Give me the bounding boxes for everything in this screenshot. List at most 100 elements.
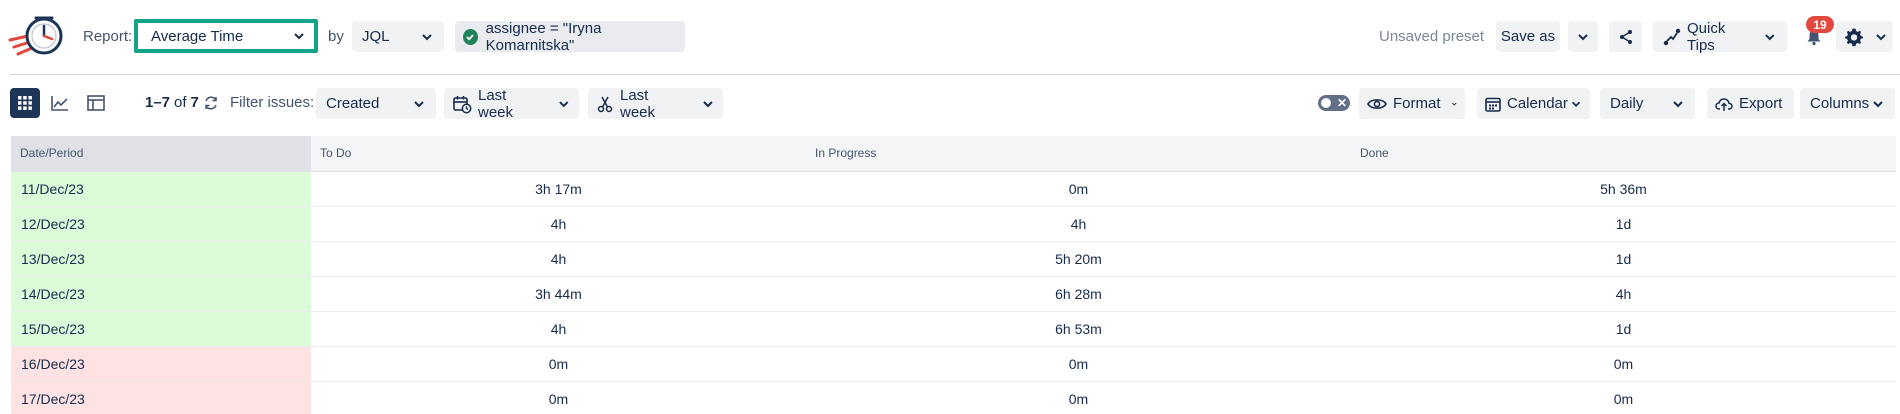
filter-issues-dropdown[interactable]: Created: [316, 88, 436, 119]
chevron-down-icon: [294, 33, 304, 40]
column-header-date[interactable]: Date/Period: [11, 136, 311, 172]
quick-tips-dropdown[interactable]: Quick Tips: [1653, 20, 1787, 54]
jql-query-chip[interactable]: assignee = "Iryna Komarnitska": [455, 19, 685, 54]
cell-done: 1d: [1351, 241, 1896, 277]
scissors-icon: [596, 95, 614, 113]
cell-todo: 3h 17m: [311, 171, 806, 207]
row-date: 13/Dec/23: [11, 241, 311, 277]
row-date: 14/Dec/23: [11, 276, 311, 312]
chevron-down-icon: [1873, 100, 1883, 107]
cell-done: 1d: [1351, 206, 1896, 242]
toggle-switch[interactable]: ✕: [1318, 95, 1350, 111]
filter-issues-value: Created: [326, 95, 380, 112]
cell-done: 0m: [1351, 346, 1896, 382]
table-row: 11/Dec/23 3h 17m 0m 5h 36m: [11, 171, 1896, 207]
table-row: 13/Dec/23 4h 5h 20m 1d: [11, 241, 1896, 277]
table-header-row: Date/Period To Do In Progress Done: [11, 136, 1896, 172]
app-logo-icon: [8, 16, 63, 56]
format-dropdown[interactable]: Format: [1359, 88, 1465, 119]
gear-icon: [1845, 28, 1863, 46]
column-header-done[interactable]: Done: [1351, 136, 1896, 172]
export-label: Export: [1739, 95, 1783, 112]
table-row: 14/Dec/23 3h 44m 6h 28m 4h: [11, 276, 1896, 312]
cell-done: 4h: [1351, 276, 1896, 312]
table-row: 17/Dec/23 0m 0m 0m: [11, 381, 1896, 414]
granularity-dropdown[interactable]: Daily: [1600, 88, 1695, 119]
share-icon: [1619, 29, 1632, 44]
cell-done: 1d: [1351, 311, 1896, 347]
granularity-value: Daily: [1610, 95, 1644, 112]
date-range-value: Last week: [478, 86, 514, 121]
cell-in-progress: 0m: [806, 171, 1351, 207]
chevron-down-icon: [559, 100, 569, 107]
unsaved-preset-label: Unsaved preset: [1379, 28, 1485, 45]
export-button[interactable]: Export: [1707, 88, 1794, 119]
chevron-down-icon: [1451, 102, 1456, 106]
row-date: 16/Dec/23: [11, 346, 311, 382]
cell-in-progress: 4h: [806, 206, 1351, 242]
cloud-upload-icon: [1715, 96, 1733, 112]
table-row: 12/Dec/23 4h 4h 1d: [11, 206, 1896, 242]
cell-todo: 4h: [311, 206, 806, 242]
column-header-in-progress[interactable]: In Progress: [806, 136, 1351, 172]
cell-todo: 4h: [311, 311, 806, 347]
calendar-icon: [1485, 96, 1501, 112]
report-type-dropdown[interactable]: Average Time: [134, 19, 318, 53]
check-circle-icon: [463, 28, 478, 45]
cell-done: 5h 36m: [1351, 171, 1896, 207]
columns-label: Columns: [1810, 95, 1870, 112]
row-date: 12/Dec/23: [11, 206, 311, 242]
chevron-down-icon: [1876, 33, 1886, 40]
close-icon: ✕: [1336, 96, 1347, 110]
cell-todo: 3h 44m: [311, 276, 806, 312]
chevron-down-icon: [414, 100, 424, 107]
cell-todo: 0m: [311, 381, 806, 414]
cell-in-progress: 6h 53m: [806, 311, 1351, 347]
cell-in-progress: 5h 20m: [806, 241, 1351, 277]
refresh-icon[interactable]: [203, 95, 219, 111]
calendar-clock-icon: [452, 94, 472, 114]
settings-dropdown[interactable]: [1836, 21, 1893, 52]
save-as-button[interactable]: Save as: [1496, 21, 1560, 52]
period-cut-dropdown[interactable]: Last week: [588, 86, 723, 121]
report-label: Report:: [83, 28, 133, 45]
report-type-value: Average Time: [151, 27, 244, 45]
share-button[interactable]: [1609, 21, 1642, 52]
line-chart-icon: [51, 96, 68, 111]
cell-in-progress: 0m: [806, 346, 1351, 382]
cell-todo: 4h: [311, 241, 806, 277]
chevron-down-icon: [1571, 101, 1581, 107]
chevron-down-icon: [1673, 100, 1683, 107]
jql-query-text: assignee = "Iryna Komarnitska": [485, 19, 602, 54]
filter-issues-label: Filter issues:: [230, 94, 315, 111]
chevron-down-icon: [422, 33, 432, 40]
range-of-label: of: [174, 94, 187, 111]
chevron-down-icon: [703, 100, 713, 107]
calendar-label: Calendar: [1507, 95, 1568, 112]
range-span: 1–7: [145, 94, 171, 111]
table-row: 15/Dec/23 4h 6h 53m 1d: [11, 311, 1896, 347]
chevron-down-icon: [1765, 33, 1775, 40]
by-label: by: [328, 28, 344, 45]
top-bar: Report: Average Time by JQL assignee = "…: [0, 0, 1900, 74]
layout-view-button[interactable]: [81, 88, 111, 118]
calendar-dropdown[interactable]: Calendar: [1477, 88, 1590, 119]
table-row: 16/Dec/23 0m 0m 0m: [11, 346, 1896, 382]
columns-dropdown[interactable]: Columns: [1800, 88, 1895, 119]
date-range-dropdown[interactable]: Last week: [444, 86, 579, 121]
grid-icon: [18, 96, 32, 110]
source-dropdown[interactable]: JQL: [352, 21, 444, 52]
save-options-button[interactable]: [1568, 21, 1598, 52]
column-header-todo[interactable]: To Do: [311, 136, 806, 172]
cell-done: 0m: [1351, 381, 1896, 414]
row-date: 15/Dec/23: [11, 311, 311, 347]
range-total: 7: [190, 94, 199, 111]
chart-view-button[interactable]: [45, 88, 75, 118]
row-date: 17/Dec/23: [11, 381, 311, 414]
grid-view-button[interactable]: [10, 88, 40, 118]
chevron-down-icon: [1578, 33, 1588, 40]
pagination-range: 1–7 of 7: [145, 94, 219, 111]
row-date: 11/Dec/23: [11, 171, 311, 207]
period-cut-value: Last week: [620, 86, 656, 121]
cell-todo: 0m: [311, 346, 806, 382]
